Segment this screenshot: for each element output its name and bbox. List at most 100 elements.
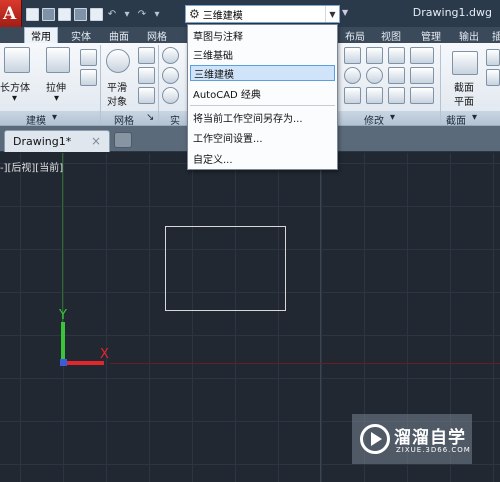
box-dropdown-icon[interactable]: ▾ — [12, 93, 17, 104]
panel-mesh-launcher-icon[interactable]: ↘ — [146, 112, 154, 123]
rotate-icon[interactable] — [366, 67, 383, 84]
panel-modeling-expand-icon[interactable]: ▾ — [52, 112, 57, 123]
tab-insert[interactable]: 插 — [490, 27, 500, 43]
tab-mesh[interactable]: 网格 — [142, 27, 172, 43]
modify-tool-icon-8[interactable] — [410, 67, 434, 84]
panel-title-solid: 实 — [170, 116, 180, 127]
new-icon[interactable] — [26, 7, 39, 21]
drawing-file-tab[interactable]: Drawing1* × — [4, 130, 110, 152]
panel-section-expand-icon[interactable]: ▾ — [472, 112, 477, 123]
workspace-item-drafting[interactable]: 草图与注释 — [190, 27, 335, 43]
workspace-item-classic[interactable]: AutoCAD 经典 — [190, 85, 335, 101]
ucs-origin-icon[interactable] — [60, 359, 67, 366]
panel-modify-expand-icon[interactable]: ▾ — [390, 112, 395, 123]
ucs-y-label: Y — [59, 308, 67, 323]
array-icon[interactable] — [410, 87, 434, 104]
grid-major-line — [320, 153, 321, 482]
panel-divider — [440, 45, 441, 123]
box-button-label[interactable]: 长方体 — [0, 79, 30, 94]
smooth-object-icon[interactable] — [106, 49, 130, 73]
undo-icon[interactable]: ↶ — [106, 9, 118, 20]
redo-dropdown-icon[interactable]: ▾ — [151, 9, 163, 20]
modify-tool-icon-10[interactable] — [366, 87, 383, 104]
smooth-label-1[interactable]: 平滑 — [107, 79, 127, 94]
extrude-button-label[interactable]: 拉伸 — [46, 79, 66, 94]
section-tool-icon-1[interactable] — [486, 49, 500, 66]
solid-tool-icon-1[interactable] — [162, 47, 179, 64]
tab-output[interactable]: 输出 — [454, 27, 484, 43]
workspace-settings-item[interactable]: 工作空间设置... — [190, 129, 335, 145]
section-label-2[interactable]: 平面 — [454, 93, 474, 108]
autocad-logo-icon: A — [3, 4, 17, 24]
modeling-tool-icon-1[interactable] — [80, 49, 97, 66]
extrude-dropdown-icon[interactable]: ▾ — [54, 93, 59, 104]
workspace-current-value: 三维建模 — [202, 10, 243, 22]
solid-tool-icon-3[interactable] — [162, 87, 179, 104]
smooth-label-2[interactable]: 对象 — [107, 93, 127, 108]
workspace-item-3d-basics[interactable]: 三维基础 — [190, 46, 335, 62]
panel-title-section: 截面 — [446, 116, 466, 127]
mesh-tool-icon-1[interactable] — [138, 47, 155, 64]
play-logo-icon — [360, 424, 390, 454]
mesh-tool-icon-2[interactable] — [138, 67, 155, 84]
save-as-icon[interactable] — [74, 7, 87, 21]
watermark-url: ZIXUE.3D66.COM — [396, 446, 471, 454]
open-icon[interactable] — [42, 7, 55, 21]
print-icon[interactable] — [90, 7, 103, 21]
tab-layout[interactable]: 布局 — [340, 27, 370, 43]
workspace-dropdown[interactable]: ⚙ 三维建模 ▼ — [185, 5, 340, 23]
chevron-down-icon[interactable]: ▼ — [325, 6, 339, 22]
drawn-rectangle[interactable] — [165, 226, 286, 311]
drawing-tab-label: Drawing1* — [13, 135, 72, 148]
qat-customize-icon[interactable]: ▼ — [342, 8, 348, 17]
watermark-title: 溜溜自学 — [394, 428, 466, 448]
modify-tool-icon-5[interactable] — [344, 67, 361, 84]
quick-access-toolbar: ↶ ▾ ↷ ▾ — [26, 6, 163, 22]
tab-solid[interactable]: 实体 — [66, 27, 96, 43]
section-tool-icon-2[interactable] — [486, 69, 500, 86]
workspace-menu: 草图与注释 三维基础 三维建模 AutoCAD 经典 将当前工作空间另存为...… — [187, 24, 338, 170]
modify-tool-icon-1[interactable] — [344, 47, 361, 64]
workspace-item-3d-modeling[interactable]: 三维建模 — [190, 65, 335, 81]
close-icon[interactable]: × — [91, 134, 101, 148]
modify-tool-icon-4[interactable] — [410, 47, 434, 64]
tab-home[interactable]: 常用 — [24, 27, 58, 43]
ucs-x-arrow — [64, 361, 104, 365]
panel-divider — [100, 45, 101, 123]
solid-tool-icon-2[interactable] — [162, 67, 179, 84]
save-workspace-as-item[interactable]: 将当前工作空间另存为... — [190, 109, 335, 125]
ucs-y-arrow — [61, 322, 65, 362]
section-label-1[interactable]: 截面 — [454, 79, 474, 94]
extrude-icon[interactable] — [46, 47, 70, 73]
modify-tool-icon-3[interactable] — [388, 47, 405, 64]
ucs-x-label: X — [100, 347, 109, 362]
undo-dropdown-icon[interactable]: ▾ — [121, 9, 133, 20]
modify-tool-icon-7[interactable] — [388, 67, 405, 84]
application-menu-button[interactable]: A — [0, 0, 22, 30]
modeling-tool-icon-2[interactable] — [80, 69, 97, 86]
panel-title-modeling: 建模 — [26, 116, 46, 127]
tab-manage[interactable]: 管理 — [416, 27, 446, 43]
section-plane-icon[interactable] — [452, 51, 478, 75]
tab-surface[interactable]: 曲面 — [104, 27, 134, 43]
x-axis-line — [110, 363, 500, 364]
panel-title-modify: 修改 — [364, 116, 384, 127]
box-icon[interactable] — [4, 47, 30, 73]
new-drawing-tab-button[interactable] — [114, 132, 132, 148]
tab-view[interactable]: 视图 — [376, 27, 406, 43]
panel-title-mesh: 网格 — [114, 116, 134, 127]
redo-icon[interactable]: ↷ — [136, 9, 148, 20]
modify-tool-icon-11[interactable] — [388, 87, 405, 104]
save-icon[interactable] — [58, 7, 71, 21]
modify-tool-icon-9[interactable] — [344, 87, 361, 104]
gear-icon: ⚙ — [189, 7, 200, 21]
title-bar: A ↶ ▾ ↷ ▾ ⚙ 三维建模 ▼ ▼ Drawing1.dwg — [0, 0, 500, 30]
customize-item[interactable]: 自定义... — [190, 150, 335, 166]
mesh-tool-icon-3[interactable] — [138, 87, 155, 104]
y-axis-line — [62, 153, 63, 328]
move-icon[interactable] — [366, 47, 383, 64]
document-title: Drawing1.dwg — [412, 6, 492, 19]
menu-divider — [190, 105, 335, 106]
panel-divider — [158, 45, 159, 123]
viewport-controls-label[interactable]: -][后视][当前] — [0, 159, 63, 174]
